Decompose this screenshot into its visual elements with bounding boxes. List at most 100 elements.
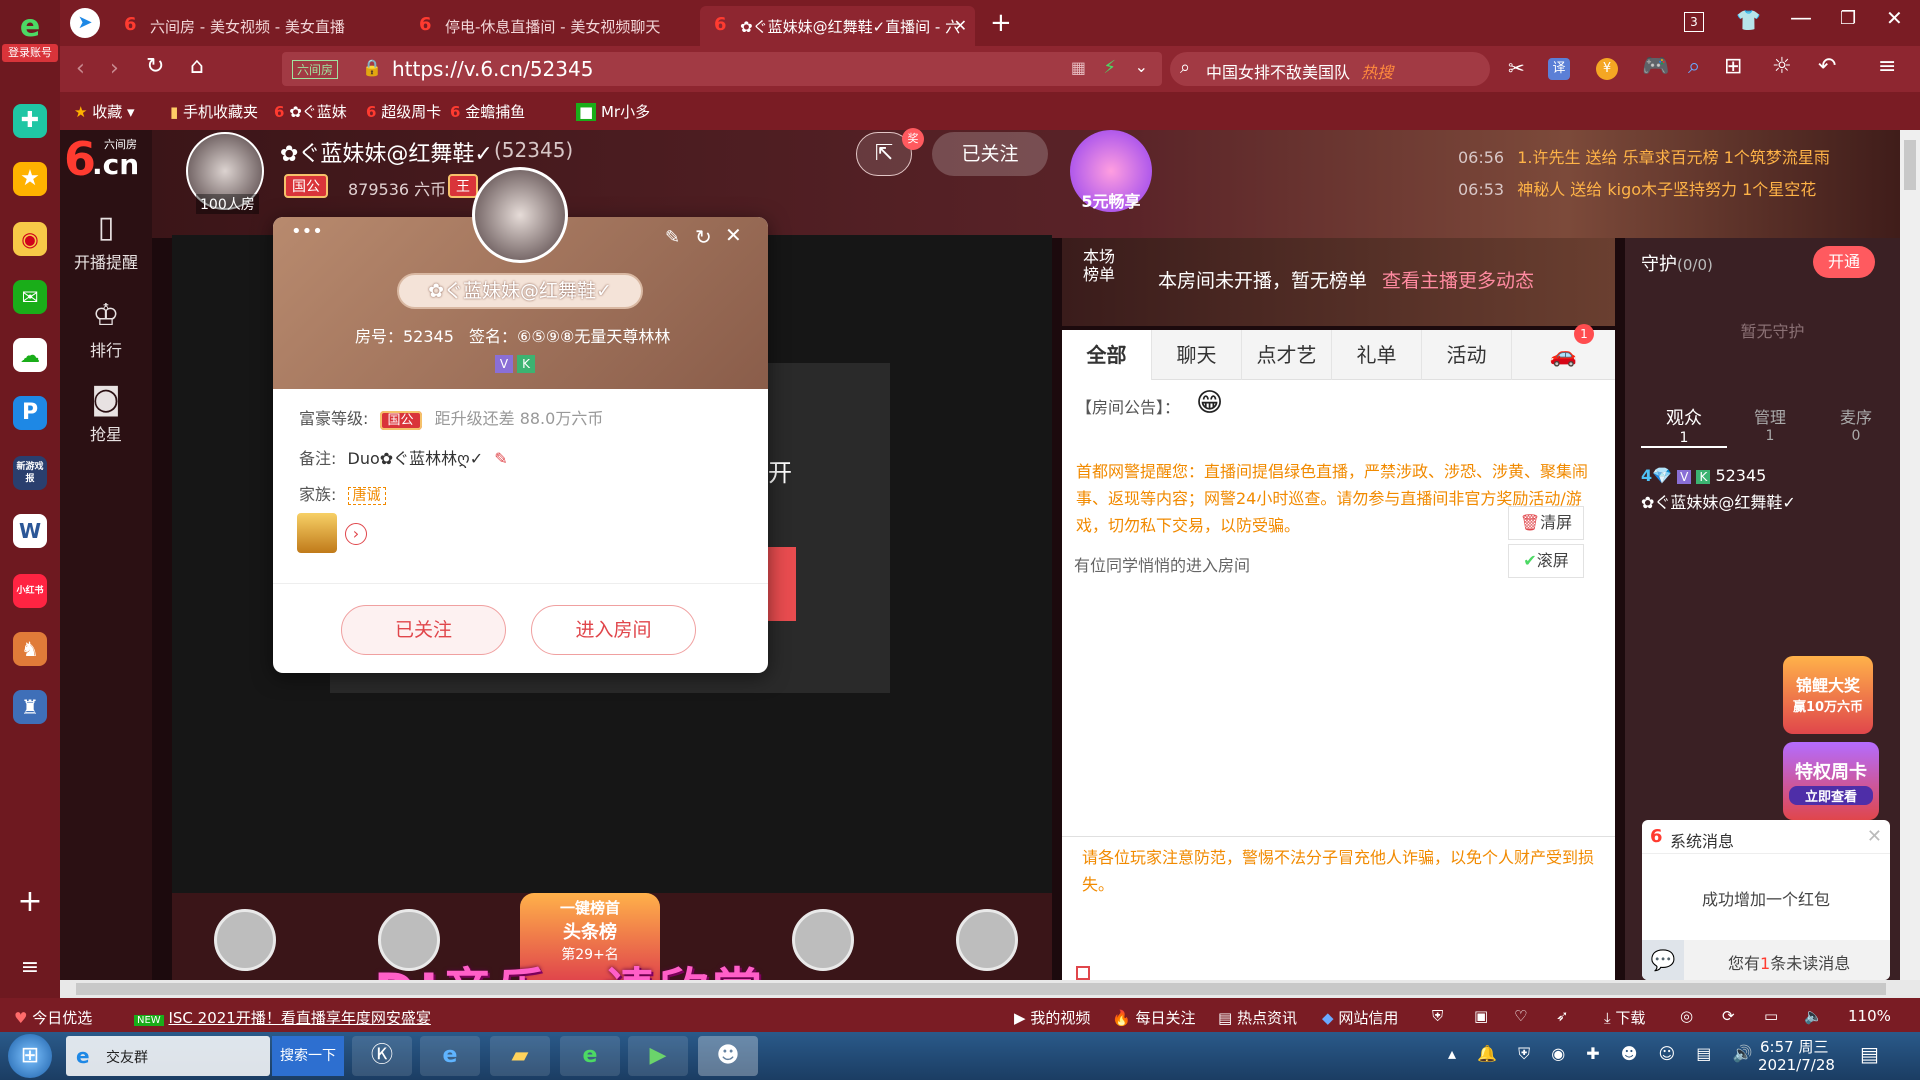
news-ticker[interactable]: NEW ISC 2021开播！看直播享年度网安盛宴 xyxy=(134,1007,431,1028)
search-box[interactable]: ⌕ 中国女排不敌美国队 热搜 xyxy=(1170,52,1490,86)
edit-wand-icon[interactable]: ✎ xyxy=(665,227,680,248)
word-doc-icon[interactable]: W xyxy=(13,514,47,548)
taskbar-search-button[interactable]: 搜索一下 xyxy=(272,1036,344,1076)
anchor-more-link[interactable]: 查看主播更多动态 xyxy=(1382,266,1534,293)
hot-news[interactable]: ▤ 热点资讯 xyxy=(1218,1007,1297,1028)
zoom-level[interactable]: 110% xyxy=(1848,1007,1891,1025)
find-icon[interactable]: ⌕ xyxy=(1688,54,1700,79)
browser-logo-icon[interactable]: e xyxy=(10,12,50,42)
minimize-icon[interactable]: — xyxy=(1790,6,1812,31)
today-picks[interactable]: ♥ 今日优选 xyxy=(14,1007,92,1028)
grab-star-button[interactable]: ◙ 抢星 xyxy=(60,382,152,445)
chat-input-icon[interactable] xyxy=(1076,966,1090,980)
xiaohongshu-icon[interactable]: 小红书 xyxy=(13,574,47,608)
close-icon[interactable]: ✕ xyxy=(1867,826,1882,847)
daily-follow[interactable]: 🔥 每日关注 xyxy=(1112,1007,1195,1028)
enter-room-button[interactable]: 进入房间 xyxy=(531,605,696,655)
k-app-icon[interactable]: Ⓚ xyxy=(352,1036,412,1076)
scissors-icon[interactable]: ✂ xyxy=(1508,56,1525,80)
tab-audience[interactable]: 观众 1 xyxy=(1641,404,1727,448)
downloads[interactable]: ⤓ 下载 xyxy=(1604,1007,1645,1028)
game-icon-2[interactable]: ♜ xyxy=(13,690,47,724)
notification-icon[interactable]: ▤ xyxy=(1860,1042,1879,1066)
menu-icon[interactable]: ≡ xyxy=(16,954,44,982)
close-modal-icon[interactable]: ✕ xyxy=(725,223,742,247)
edit-note-icon[interactable]: ✎ xyxy=(494,449,507,468)
home-icon[interactable]: ⌂ xyxy=(190,54,204,79)
unread-row[interactable]: 💬 您有1条未读消息 xyxy=(1642,940,1890,980)
rank-label[interactable]: 本场榜单 xyxy=(1078,248,1120,284)
cloud-icon[interactable]: ☁ xyxy=(13,338,47,372)
live-reminder-button[interactable]: ▯ 开播提醒 xyxy=(60,210,152,273)
qr-icon[interactable]: ▦ xyxy=(1071,58,1086,77)
site-logo[interactable]: 6 .cn 六间房 xyxy=(64,136,150,186)
refresh-icon[interactable]: ↻ xyxy=(695,225,712,249)
close-tab-icon[interactable]: ✕ xyxy=(954,16,967,35)
tab-all[interactable]: 全部 xyxy=(1062,330,1152,380)
rocket-icon[interactable]: ➶ xyxy=(1556,1007,1569,1025)
star-icon[interactable]: ★ xyxy=(13,162,47,196)
tab-current-room[interactable]: 6 ✿ぐ蓝妹妹@红舞鞋✓直播间 - 六 ✕ xyxy=(700,6,975,46)
back-icon[interactable]: ‹ xyxy=(76,56,85,81)
apps-grid-icon[interactable]: ⊞ xyxy=(1724,54,1742,79)
taskbar-window-item[interactable]: e 交友群 xyxy=(66,1036,270,1076)
shield-icon[interactable]: ⛨ xyxy=(1432,1007,1443,1025)
folder-taskbar-icon[interactable]: ▰ xyxy=(490,1036,550,1076)
more-icon[interactable]: ••• xyxy=(291,221,323,242)
viewer-row[interactable]: 4💎 V K 52345 ✿ぐ蓝妹妹@红舞鞋✓ xyxy=(1641,466,1911,513)
horizontal-scrollbar[interactable] xyxy=(60,980,1920,998)
bookmark-favorites[interactable]: ★ 收藏 ▾ xyxy=(74,101,135,122)
brightness-icon[interactable]: ☼ xyxy=(1772,54,1792,79)
game-icon[interactable]: ♞ xyxy=(13,632,47,666)
site-credit[interactable]: ◆ 网站信用 xyxy=(1322,1007,1398,1028)
koi-promo[interactable]: 锦鲤大奖 赢10万六币 xyxy=(1783,656,1873,734)
tab-admin[interactable]: 管理 1 xyxy=(1727,404,1813,444)
plus-cross-icon[interactable]: ✚ xyxy=(13,104,47,138)
forward-icon[interactable]: › xyxy=(110,56,119,81)
clear-screen-button[interactable]: 🗑清屏 xyxy=(1508,506,1584,540)
p-app-icon[interactable]: P xyxy=(13,396,47,430)
sound-icon[interactable]: 🔈 xyxy=(1804,1007,1823,1025)
tab-activity[interactable]: 活动 xyxy=(1422,330,1512,380)
tab-liujianfang[interactable]: 6 六间房 - 美女视频 - 美女直播 xyxy=(110,6,400,46)
tab-power-off-room[interactable]: 6 停电-休息直播间 - 美女视频聊天 xyxy=(405,6,695,46)
address-bar[interactable]: 六间房 🔒 https://v.6.cn/52345 ▦ ⚡ ⌄ xyxy=(282,52,1162,86)
browser-home-icon[interactable]: ➤ xyxy=(70,8,100,38)
maximize-icon[interactable]: ❐ xyxy=(1840,8,1856,29)
sync-icon[interactable]: ⟳ xyxy=(1722,1007,1735,1025)
game-news-icon[interactable]: 新游戏报 xyxy=(13,456,47,490)
player-taskbar-icon[interactable]: ▶ xyxy=(628,1036,688,1076)
gamepad-icon[interactable]: 🎮 xyxy=(1642,54,1669,79)
translate-icon[interactable]: 译 xyxy=(1548,58,1570,80)
clock-date[interactable]: 2021/7/28 xyxy=(1758,1056,1835,1074)
week-card-promo[interactable]: 特权周卡 立即查看 xyxy=(1783,742,1879,820)
clock-time[interactable]: 6:57 周三 xyxy=(1760,1036,1828,1057)
tab-car[interactable]: 🚗 xyxy=(1512,330,1615,380)
tab-chat[interactable]: 聊天 xyxy=(1152,330,1242,380)
weibo-icon[interactable]: ◉ xyxy=(13,222,47,256)
gamepad-small-icon[interactable]: ◎ xyxy=(1680,1007,1693,1025)
ie-taskbar-icon[interactable]: e xyxy=(420,1036,480,1076)
close-window-icon[interactable]: ✕ xyxy=(1886,6,1903,30)
image-icon[interactable]: ▣ xyxy=(1474,1007,1488,1025)
scroll-thumb[interactable] xyxy=(1904,140,1916,190)
bookmark-fishing[interactable]: 6 金蟾捕鱼 xyxy=(450,101,525,122)
tray-icons[interactable]: ▴ 🔔 ⛨ ◉ ✚ ☻ ☺ ▤ 🔊 xyxy=(1448,1044,1760,1064)
new-tab-icon[interactable]: + xyxy=(990,8,1012,38)
coin-icon[interactable]: ¥ xyxy=(1596,58,1618,80)
tab-gift-list[interactable]: 礼单 xyxy=(1332,330,1422,380)
chat-app-taskbar-icon[interactable]: ☻ xyxy=(698,1036,758,1076)
start-button-icon[interactable]: ⊞ xyxy=(8,1034,52,1078)
modal-avatar[interactable] xyxy=(472,167,568,263)
undo-icon[interactable]: ↶ xyxy=(1818,54,1836,79)
browser-taskbar-icon[interactable]: e xyxy=(560,1036,620,1076)
window-icon[interactable]: ▭ xyxy=(1764,1007,1778,1025)
ranking-button[interactable]: ♔ 排行 xyxy=(60,298,152,361)
vertical-scrollbar[interactable] xyxy=(1900,130,1920,980)
header-follow-button[interactable]: 已关注 xyxy=(932,132,1048,176)
window-counter[interactable]: 3 xyxy=(1684,12,1704,32)
skin-icon[interactable]: 👕 xyxy=(1736,8,1761,32)
mail-icon[interactable]: ✉ xyxy=(13,280,47,314)
my-videos[interactable]: ▶ 我的视频 xyxy=(1014,1007,1090,1028)
main-menu-icon[interactable]: ≡ xyxy=(1878,54,1896,79)
